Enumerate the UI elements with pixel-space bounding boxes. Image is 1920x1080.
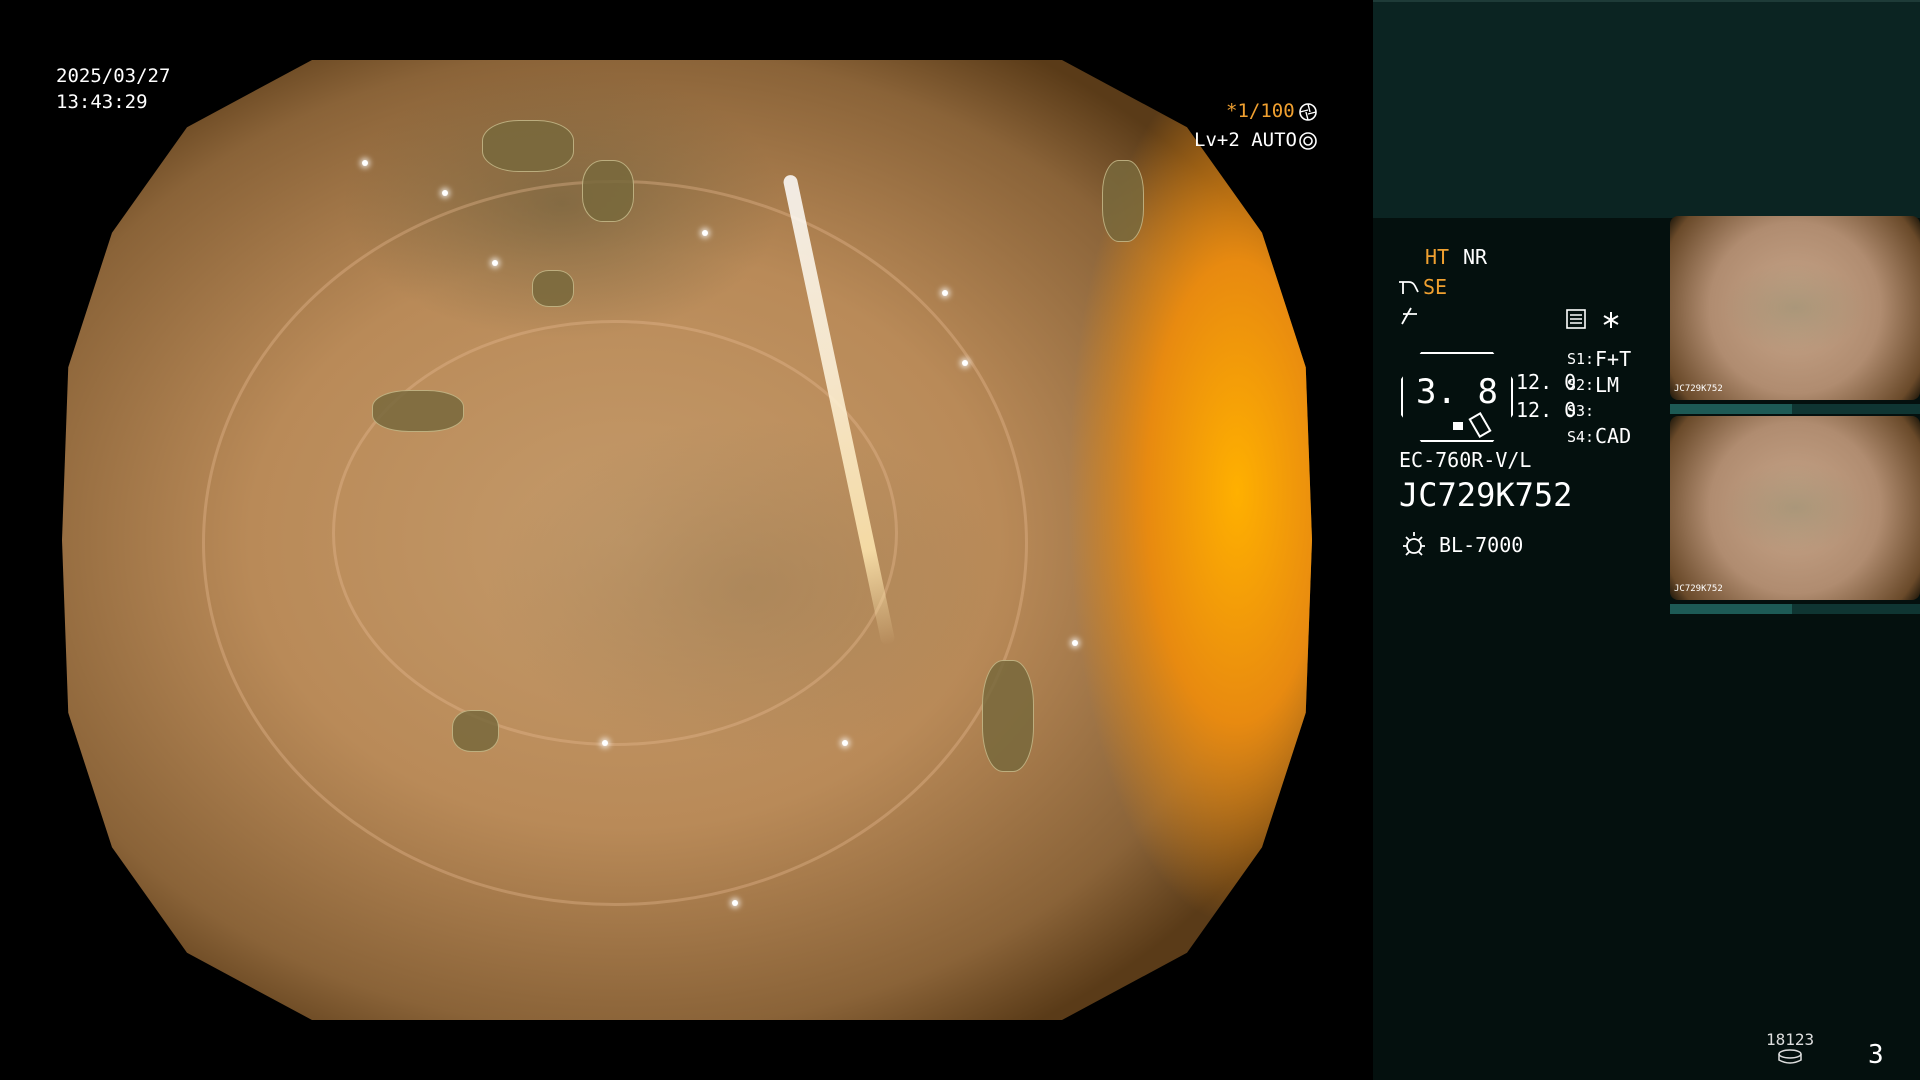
thumbnail-label: JC729K752 <box>1674 584 1723 594</box>
debris <box>452 710 499 752</box>
thumbnail-bar <box>1670 404 1920 414</box>
scope-model: EC-760R-V/L <box>1399 448 1532 472</box>
glint <box>732 900 738 906</box>
endoscopic-image <box>62 60 1312 1020</box>
scope-bend-icon <box>1399 281 1419 294</box>
thumbnail-2[interactable]: JC729K752 <box>1670 416 1920 600</box>
brightness-level: Lv+2 AUTO <box>1194 129 1297 151</box>
mode-se: SE <box>1423 275 1448 299</box>
debris <box>372 390 464 432</box>
glint <box>602 740 608 746</box>
glint <box>492 260 498 266</box>
debris <box>1102 160 1144 242</box>
thumbnail-bar <box>1670 604 1920 614</box>
info-panel: HT NR SE 3. 8 12. 0 12. 0 S1: F+T S2: LM… <box>1373 0 1920 1080</box>
debris <box>482 120 574 172</box>
endoscope-viewport: 2025/03/27 13:43:29 *1/100 Lv+2 AUTO <box>0 0 1372 1080</box>
panel-header <box>1373 0 1920 218</box>
glint <box>962 360 968 366</box>
glint <box>362 160 368 166</box>
glint <box>842 740 848 746</box>
capture-date: 2025/03/27 <box>56 65 171 87</box>
aperture-icon <box>1299 103 1317 121</box>
s4-value: CAD <box>1595 424 1632 448</box>
glint <box>1072 640 1078 646</box>
severity-gauge: 3. 8 <box>1401 352 1513 442</box>
mucosal-fold <box>332 320 898 746</box>
debris <box>532 270 574 307</box>
glint <box>442 190 448 196</box>
image-counter: 18123 <box>1766 1030 1814 1069</box>
settings-panel-icon <box>1566 309 1586 329</box>
gauge-marker <box>1453 422 1463 430</box>
iris-icon <box>1299 132 1317 150</box>
debris <box>982 660 1034 772</box>
s1-value: F+T <box>1595 347 1632 371</box>
thumbnail-1[interactable]: JC729K752 <box>1670 216 1920 400</box>
storage-icon <box>1778 1049 1802 1064</box>
s3-label: S3: <box>1567 402 1595 420</box>
s2-value: LM <box>1595 373 1620 397</box>
signal-icon <box>1401 307 1417 325</box>
s1-label: S1: <box>1567 350 1595 368</box>
lamp-icon <box>1403 532 1425 556</box>
s2-label: S2: <box>1567 376 1595 394</box>
debris <box>582 160 634 222</box>
mode-ht: HT <box>1425 245 1450 269</box>
glint <box>942 290 948 296</box>
counter-value: 18123 <box>1766 1030 1815 1049</box>
s4-label: S4: <box>1567 428 1595 446</box>
shutter-speed: *1/100 <box>1226 100 1295 122</box>
mode-nr: NR <box>1463 245 1488 269</box>
scope-serial: JC729K752 <box>1399 476 1573 514</box>
light-source: BL-7000 <box>1439 533 1524 557</box>
severity-value: 3. 8 <box>1416 372 1498 412</box>
thumbnail-label: JC729K752 <box>1674 384 1723 394</box>
page-number: 3 <box>1868 1040 1884 1070</box>
capture-time: 13:43:29 <box>56 91 148 113</box>
glint <box>702 230 708 236</box>
asterisk-icon <box>1603 312 1619 328</box>
gauge-needle <box>1468 411 1492 439</box>
